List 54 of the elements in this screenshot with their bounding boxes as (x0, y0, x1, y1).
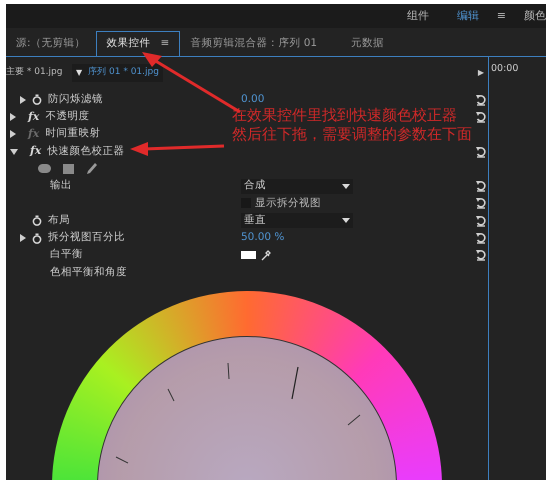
timecode: 00:00 (491, 62, 518, 76)
param-label: 防闪烁滤镜 (48, 92, 103, 107)
color-swatch[interactable] (241, 251, 256, 260)
fx-badge[interactable]: fx (28, 108, 40, 126)
expand-triangle-icon[interactable] (10, 112, 16, 121)
param-value[interactable]: 0.00 (241, 92, 264, 108)
effect-label: 不透明度 (45, 109, 90, 124)
reset-icon[interactable] (475, 110, 487, 123)
reset-icon[interactable] (475, 197, 487, 210)
workspace-item[interactable]: 编辑 (456, 8, 479, 24)
param-label: 输出 (50, 178, 72, 194)
expand-triangle-icon[interactable] (20, 96, 26, 104)
param-label: 白平衡 (50, 247, 83, 262)
rectangle-mask-icon[interactable] (63, 164, 74, 174)
panel-tab[interactable]: 效果控件 ≡ (96, 31, 180, 56)
caret-icon: ▼ (76, 67, 82, 79)
dropdown[interactable]: 垂直 (241, 213, 353, 228)
param-label: 布局 (48, 212, 70, 228)
param-label: 拆分视图百分比 (48, 230, 125, 246)
collapse-triangle-icon[interactable] (10, 148, 18, 155)
reset-icon[interactable] (475, 232, 487, 244)
section-label: 色相平衡和角度 (50, 264, 127, 280)
stopwatch-icon[interactable] (32, 215, 42, 226)
fx-badge[interactable]: fx (30, 143, 42, 160)
stopwatch-icon[interactable] (32, 232, 42, 244)
expand-triangle-icon[interactable] (20, 234, 26, 242)
eyedropper-icon[interactable] (261, 250, 271, 261)
panel-tab[interactable]: 元数据 (341, 31, 394, 56)
effect-label: 时间重映射 (45, 126, 100, 142)
workspace-item[interactable]: 组件 (406, 8, 429, 24)
ellipse-mask-icon[interactable] (38, 164, 51, 174)
pen-mask-icon[interactable] (86, 162, 98, 176)
reset-icon[interactable] (475, 214, 487, 227)
panel-tab[interactable]: 音频剪辑混合器：序列 01 (180, 31, 328, 56)
param-value[interactable]: 50.00 % (241, 230, 284, 246)
master-clip-label[interactable]: 主要 * 01.jpg (6, 66, 72, 80)
reset-icon[interactable] (475, 146, 487, 158)
play-triangle-icon[interactable]: ▶ (478, 67, 484, 79)
workspace-item[interactable]: 颜色 (524, 8, 546, 24)
checkbox-label: 显示拆分视图 (255, 196, 321, 211)
dropdown[interactable]: 合成 (241, 178, 353, 194)
reset-icon[interactable] (475, 249, 487, 262)
reset-icon[interactable] (475, 180, 487, 192)
reset-icon[interactable] (475, 94, 487, 106)
expand-triangle-icon[interactable] (10, 130, 16, 138)
annotation-text: 然后往下拖，需要调整的参数在下面 (232, 125, 472, 144)
tab-menu-icon[interactable]: ≡ (160, 36, 170, 52)
panel-tab[interactable]: 源:（无剪辑） (6, 31, 96, 56)
sequence-clip-selector[interactable]: ▼ 序列 01 * 01.jpg (72, 64, 163, 82)
dropdown-caret-icon (342, 218, 350, 224)
effect-label: 快速颜色校正器 (47, 144, 124, 159)
workspace-item[interactable]: ≡ (496, 8, 506, 24)
stopwatch-icon[interactable] (32, 94, 42, 106)
dropdown-caret-icon (342, 184, 350, 189)
